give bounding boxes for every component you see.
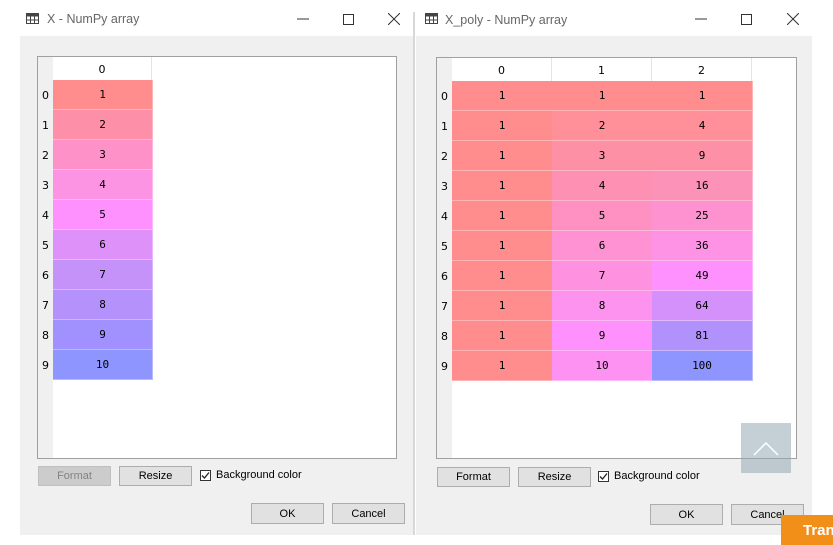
array-cell[interactable]: 9 bbox=[53, 320, 153, 350]
array-cell[interactable]: 10 bbox=[53, 350, 153, 380]
row-header[interactable]: 7 bbox=[437, 291, 452, 321]
array-cell[interactable]: 16 bbox=[652, 171, 753, 201]
left-titlebar[interactable]: X - NumPy array bbox=[20, 0, 413, 36]
array-cell[interactable]: 81 bbox=[652, 321, 753, 351]
array-cell[interactable]: 1 bbox=[452, 141, 553, 171]
array-cell[interactable]: 1 bbox=[652, 81, 753, 111]
maximize-icon[interactable] bbox=[731, 7, 761, 31]
checkbox-icon[interactable] bbox=[598, 470, 609, 482]
array-cell[interactable]: 4 bbox=[53, 170, 153, 200]
left-array-window: X - NumPy array 0 0 1 1 2 2 3 3 4 4 5 5 6 6 7 7 8 8 9 9 10 F… bbox=[20, 0, 413, 535]
column-header[interactable]: 0 bbox=[53, 57, 152, 81]
array-cell[interactable]: 5 bbox=[53, 200, 153, 230]
array-cell[interactable]: 1 bbox=[452, 261, 553, 291]
array-cell[interactable]: 10 bbox=[552, 351, 653, 381]
row-header[interactable]: 5 bbox=[38, 230, 53, 260]
column-header[interactable]: 1 bbox=[552, 58, 652, 82]
array-cell[interactable]: 100 bbox=[652, 351, 753, 381]
background-color-label: Background color bbox=[216, 469, 302, 481]
window-title: X - NumPy array bbox=[47, 12, 140, 26]
array-cell[interactable]: 6 bbox=[552, 231, 653, 261]
array-cell[interactable]: 7 bbox=[552, 261, 653, 291]
array-cell[interactable]: 8 bbox=[552, 291, 653, 321]
minimize-icon[interactable] bbox=[288, 7, 318, 31]
row-header[interactable]: 0 bbox=[38, 80, 53, 110]
close-icon[interactable] bbox=[778, 7, 808, 31]
translate-banner[interactable]: Tran bbox=[781, 515, 833, 545]
array-cell[interactable]: 1 bbox=[53, 80, 153, 110]
row-header[interactable]: 3 bbox=[38, 170, 53, 200]
background-color-checkbox[interactable]: Background color bbox=[200, 469, 302, 481]
right-titlebar[interactable]: X_poly - NumPy array bbox=[416, 0, 812, 36]
row-header[interactable]: 3 bbox=[437, 171, 452, 201]
row-header[interactable]: 4 bbox=[38, 200, 53, 230]
array-cell[interactable]: 9 bbox=[552, 321, 653, 351]
column-header[interactable]: 0 bbox=[452, 58, 552, 82]
ok-button[interactable]: OK bbox=[251, 503, 324, 524]
array-cell[interactable]: 7 bbox=[53, 260, 153, 290]
scroll-to-top-button[interactable] bbox=[741, 423, 791, 473]
background-color-label: Background color bbox=[614, 470, 700, 482]
window-title: X_poly - NumPy array bbox=[445, 13, 568, 27]
background-color-checkbox[interactable]: Background color bbox=[598, 470, 700, 482]
array-cell[interactable]: 5 bbox=[552, 201, 653, 231]
array-cell[interactable]: 25 bbox=[652, 201, 753, 231]
row-header[interactable]: 4 bbox=[437, 201, 452, 231]
minimize-icon[interactable] bbox=[686, 7, 716, 31]
array-cell[interactable]: 6 bbox=[53, 230, 153, 260]
array-cell[interactable]: 8 bbox=[53, 290, 153, 320]
array-cell[interactable]: 1 bbox=[452, 231, 553, 261]
array-cell[interactable]: 1 bbox=[552, 81, 653, 111]
array-grid[interactable]: 0 0 1 1 2 2 3 3 4 4 5 5 6 6 7 7 8 8 9 9 10 bbox=[37, 56, 397, 459]
close-icon[interactable] bbox=[379, 7, 409, 31]
array-cell[interactable]: 3 bbox=[552, 141, 653, 171]
array-cell[interactable]: 1 bbox=[452, 201, 553, 231]
array-cell[interactable]: 4 bbox=[552, 171, 653, 201]
row-header[interactable]: 0 bbox=[437, 81, 452, 111]
resize-button[interactable]: Resize bbox=[119, 466, 192, 486]
checkbox-icon[interactable] bbox=[200, 469, 211, 481]
row-header[interactable]: 2 bbox=[38, 140, 53, 170]
row-header[interactable]: 8 bbox=[437, 321, 452, 351]
table-icon bbox=[425, 13, 438, 24]
array-cell[interactable]: 1 bbox=[452, 81, 553, 111]
array-cell[interactable]: 64 bbox=[652, 291, 753, 321]
format-button[interactable]: Format bbox=[437, 467, 510, 487]
row-header[interactable]: 6 bbox=[38, 260, 53, 290]
row-header[interactable]: 2 bbox=[437, 141, 452, 171]
table-icon bbox=[26, 13, 39, 24]
array-cell[interactable]: 49 bbox=[652, 261, 753, 291]
array-cell[interactable]: 3 bbox=[53, 140, 153, 170]
row-header[interactable]: 5 bbox=[437, 231, 452, 261]
format-button[interactable]: Format bbox=[38, 466, 111, 486]
array-cell[interactable]: 1 bbox=[452, 321, 553, 351]
resize-button[interactable]: Resize bbox=[518, 467, 591, 487]
array-cell[interactable]: 1 bbox=[452, 291, 553, 321]
array-cell[interactable]: 1 bbox=[452, 111, 553, 141]
array-cell[interactable]: 9 bbox=[652, 141, 753, 171]
window-divider bbox=[413, 12, 415, 535]
array-cell[interactable]: 36 bbox=[652, 231, 753, 261]
row-header[interactable]: 8 bbox=[38, 320, 53, 350]
row-header[interactable]: 1 bbox=[437, 111, 452, 141]
row-header[interactable]: 9 bbox=[437, 351, 452, 381]
row-header[interactable]: 9 bbox=[38, 350, 53, 380]
array-cell[interactable]: 2 bbox=[53, 110, 153, 140]
column-header[interactable]: 2 bbox=[652, 58, 752, 82]
array-cell[interactable]: 1 bbox=[452, 351, 553, 381]
array-grid[interactable]: 0 1 2 0 1 1 1 1 1 2 4 2 1 3 9 3 1 4 16 4 1 5 25 5 1 6 36 6 1 7 49 7 1 8 64… bbox=[436, 57, 797, 459]
row-header[interactable]: 6 bbox=[437, 261, 452, 291]
row-header[interactable]: 1 bbox=[38, 110, 53, 140]
row-header[interactable]: 7 bbox=[38, 290, 53, 320]
array-cell[interactable]: 1 bbox=[452, 171, 553, 201]
ok-button[interactable]: OK bbox=[650, 504, 723, 525]
maximize-icon[interactable] bbox=[333, 7, 363, 31]
cancel-button[interactable]: Cancel bbox=[332, 503, 405, 524]
chevron-up-icon bbox=[753, 441, 779, 456]
array-cell[interactable]: 4 bbox=[652, 111, 753, 141]
array-cell[interactable]: 2 bbox=[552, 111, 653, 141]
